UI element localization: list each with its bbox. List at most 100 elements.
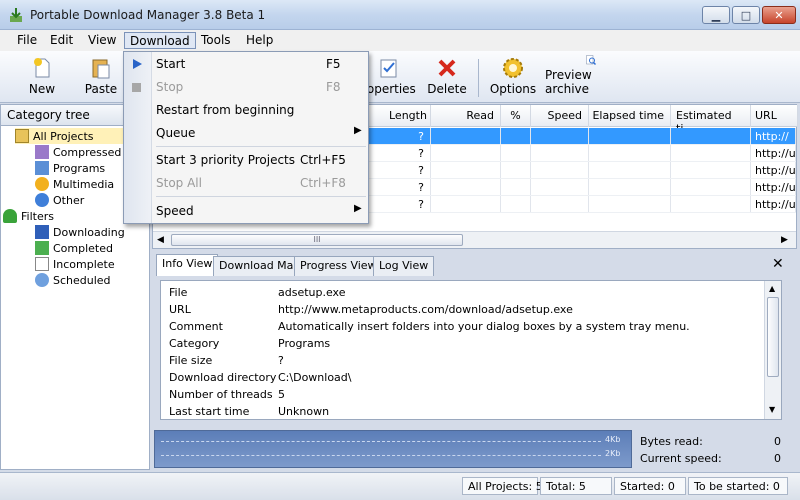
maximize-button[interactable]: □ [732,6,760,24]
cell-percent [501,179,531,195]
scroll-down-icon[interactable]: ▼ [769,405,775,414]
cell-url: http://u [751,162,796,178]
cell-url: http:// [751,128,796,144]
tree-item-completed[interactable]: Completed [35,240,125,256]
scroll-thumb[interactable] [767,297,779,377]
toolbar-separator [478,59,479,97]
menu-help[interactable]: Help [241,32,278,49]
tree-item-multimedia[interactable]: Multimedia [35,176,125,192]
paste-button[interactable]: Paste [80,54,122,100]
column-read[interactable]: Read [431,105,501,127]
column-url[interactable]: URL [751,105,798,127]
menu-file[interactable]: File [12,32,42,49]
preview-archive-button[interactable]: Preview archive [545,54,637,100]
paste-icon [92,59,110,79]
multimedia-icon [35,177,49,191]
paste-label: Paste [84,82,118,96]
download-menu-dropdown: Start F5 Stop F8 Restart from beginning Qu… [123,51,369,224]
tab-download-map[interactable]: Download Map [213,256,307,276]
new-icon [34,58,50,78]
scroll-up-icon[interactable]: ▲ [769,284,775,293]
column-length[interactable]: Length [371,105,431,127]
tree-item-all-projects[interactable]: All Projects [15,128,125,144]
menu-edit[interactable]: Edit [45,32,78,49]
current-speed-row: Current speed: 0 [640,452,781,465]
vertical-scrollbar[interactable]: ▲ ▼ [764,281,781,419]
cell-read [431,128,501,144]
tree-item-downloading[interactable]: Downloading [35,224,125,240]
stats-panel: Bytes read: 0 Current speed: 0 [640,435,785,469]
close-panel-icon[interactable]: ✕ [772,256,784,272]
close-button[interactable]: ✕ [762,6,796,24]
stop-icon [132,83,141,92]
menu-tools[interactable]: Tools [196,32,236,49]
speed-graph: 4Kb 2Kb [154,430,632,468]
scroll-right-icon[interactable]: ▶ [781,235,788,245]
graph-line-top [161,441,601,442]
app-icon [10,8,22,22]
options-button[interactable]: Options [487,54,539,100]
menu-item-queue[interactable]: Queue ▶ [156,122,366,144]
downloading-icon [35,225,49,239]
delete-label: Delete [427,82,467,96]
cell-estimated [671,145,751,161]
menu-item-stop-all[interactable]: Stop All Ctrl+F8 [156,172,366,194]
menu-gutter [124,52,152,223]
filter-icon [3,209,17,223]
menu-item-stop[interactable]: Stop F8 [156,76,366,98]
cell-elapsed [589,128,671,144]
status-bar: All Projects: 5 Total: 5 Started: 0 To b… [0,472,800,500]
options-label: Options [489,82,537,96]
menu-view[interactable]: View [83,32,121,49]
column-estimated-time[interactable]: Estimated ti... [671,105,751,135]
graph-label-bottom: 2Kb [605,449,621,458]
incomplete-icon [35,257,49,271]
column-elapsed-time[interactable]: Elapsed time [589,105,671,127]
status-started: Started: 0 [614,477,686,495]
submenu-arrow-icon: ▶ [354,125,362,136]
cell-length: ? [371,145,431,161]
status-all-projects: All Projects: 5 [462,477,543,495]
horizontal-scrollbar[interactable]: ◀ III ▶ [153,231,796,248]
tree-item-scheduled[interactable]: Scheduled [35,272,125,288]
tab-info-view[interactable]: Info View [156,254,219,276]
new-button[interactable]: New [22,54,62,100]
cell-length: ? [371,196,431,212]
cell-percent [501,162,531,178]
submenu-arrow-icon: ▶ [354,203,362,214]
tree-item-other[interactable]: Other [35,192,125,208]
info-view-panel: File adsetup.exe URL http://www.metaproduc… [160,280,782,420]
menu-separator [156,196,366,197]
column-speed[interactable]: Speed [531,105,589,127]
cell-speed [531,196,589,212]
cell-length: ? [371,162,431,178]
tree-item-filters[interactable]: Filters [3,208,125,224]
scroll-left-icon[interactable]: ◀ [157,235,164,245]
magnifier-icon [586,55,597,66]
graph-line-bottom [161,455,601,456]
column-percent[interactable]: % [501,105,531,127]
cell-read [431,145,501,161]
tree-item-incomplete[interactable]: Incomplete [35,256,125,272]
toolbar: New Paste roperties Delete Options Previ… [0,51,800,103]
scroll-thumb[interactable]: III [171,234,463,246]
cell-estimated [671,162,751,178]
menu-item-start[interactable]: Start F5 [156,53,366,75]
cell-speed [531,162,589,178]
new-label: New [28,82,56,96]
properties-icon [380,59,397,78]
delete-button[interactable]: Delete [425,54,469,100]
menu-download[interactable]: Download [124,32,196,49]
tree-item-compressed[interactable]: Compressed [35,144,125,160]
tree-item-programs[interactable]: Programs [35,160,125,176]
tab-log-view[interactable]: Log View [373,256,435,276]
archive-icon [35,145,49,159]
menu-item-start-priority[interactable]: Start 3 priority Projects Ctrl+F5 [156,149,366,171]
minimize-button[interactable]: ▁ [702,6,730,24]
menu-item-speed[interactable]: Speed ▶ [156,200,366,222]
tab-progress-view[interactable]: Progress View [294,256,383,276]
cell-length: ? [371,179,431,195]
gear-icon [503,58,523,78]
menu-item-restart[interactable]: Restart from beginning [156,99,366,121]
cell-length: ? [371,128,431,144]
